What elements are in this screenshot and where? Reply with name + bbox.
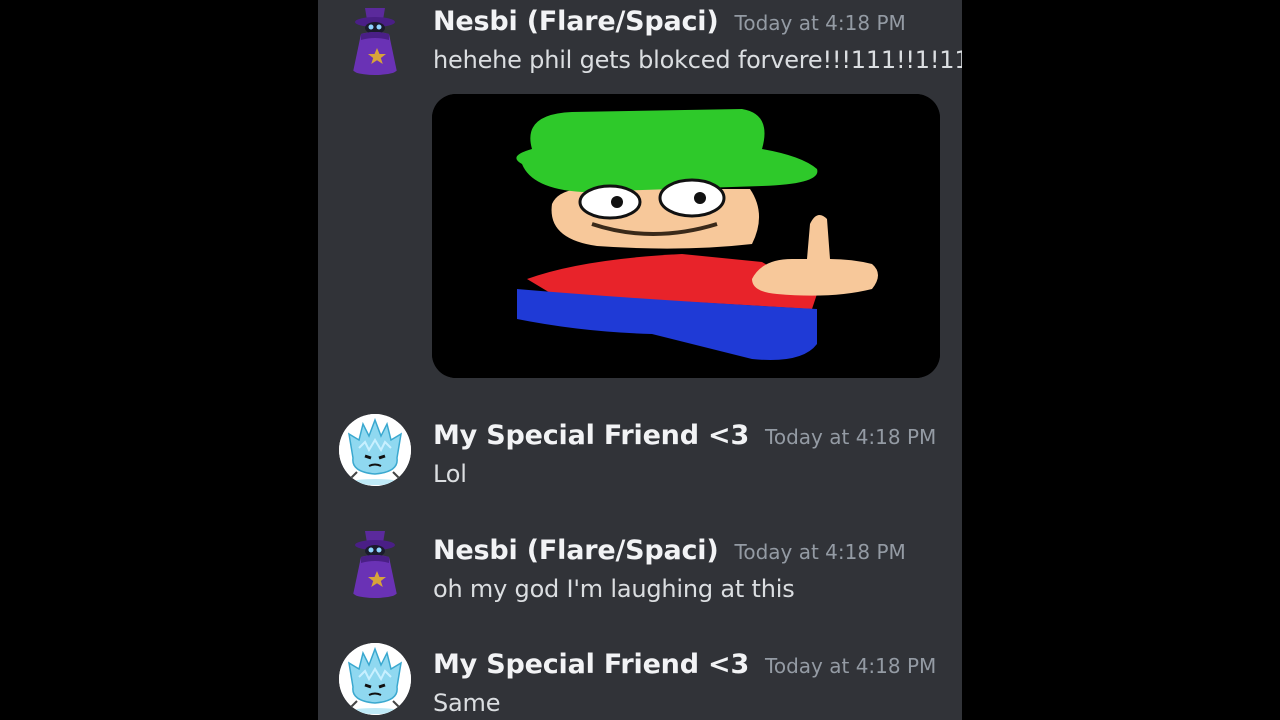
message-text: Same [433, 689, 501, 717]
letterbox-left [0, 0, 318, 720]
letterbox-right [962, 0, 1280, 720]
timestamp: Today at 4:18 PM [734, 11, 906, 35]
username[interactable]: Nesbi (Flare/Spaci) [433, 6, 719, 37]
username[interactable]: Nesbi (Flare/Spaci) [433, 535, 719, 566]
message-header: Nesbi (Flare/Spaci) Today at 4:18 PM [433, 6, 906, 37]
purple-wizard-avatar-icon[interactable] [339, 6, 411, 78]
chat-message-list[interactable]: Nesbi (Flare/Spaci) Today at 4:18 PM heh… [318, 0, 962, 720]
message-text: hehehe phil gets blokced forvere!!!111!!… [433, 46, 962, 74]
ice-creature-avatar-icon[interactable] [339, 643, 411, 715]
chat-message: Nesbi (Flare/Spaci) Today at 4:18 PM oh … [318, 531, 962, 615]
chat-message: My Special Friend <3 Today at 4:18 PM Lo… [318, 414, 962, 500]
bambi-middle-finger-image-attachment[interactable] [432, 94, 940, 378]
username[interactable]: My Special Friend <3 [433, 649, 749, 680]
message-header: My Special Friend <3 Today at 4:18 PM [433, 420, 936, 451]
message-header: My Special Friend <3 Today at 4:18 PM [433, 649, 936, 680]
purple-wizard-avatar-icon[interactable] [339, 529, 411, 601]
message-header: Nesbi (Flare/Spaci) Today at 4:18 PM [433, 535, 906, 566]
timestamp: Today at 4:18 PM [765, 425, 937, 449]
timestamp: Today at 4:18 PM [734, 540, 906, 564]
message-text: oh my god I'm laughing at this [433, 575, 795, 603]
chat-message: Nesbi (Flare/Spaci) Today at 4:18 PM heh… [318, 6, 962, 386]
username[interactable]: My Special Friend <3 [433, 420, 749, 451]
ice-creature-avatar-icon[interactable] [339, 414, 411, 486]
timestamp: Today at 4:18 PM [765, 654, 937, 678]
chat-message: My Special Friend <3 Today at 4:18 PM Sa… [318, 643, 962, 720]
message-text: Lol [433, 460, 467, 488]
